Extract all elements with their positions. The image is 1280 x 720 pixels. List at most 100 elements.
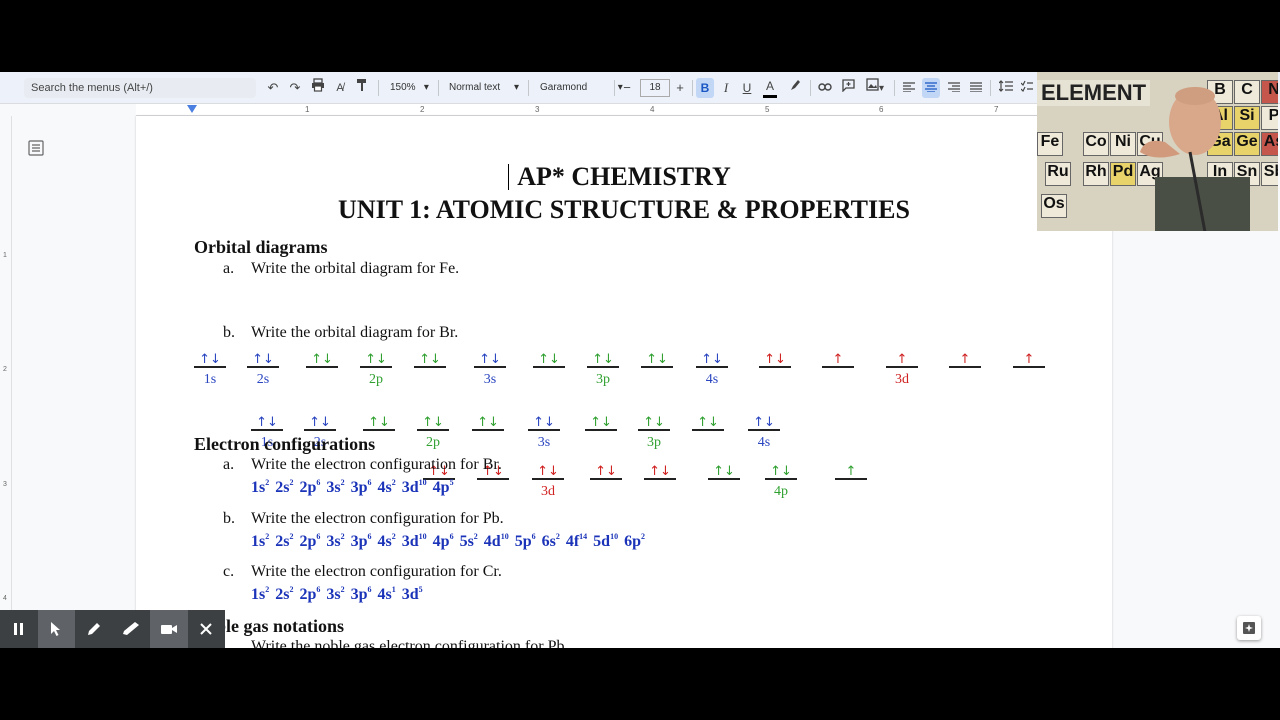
element-cell: Co: [1083, 132, 1109, 156]
orbital-box: ↑↓: [587, 353, 619, 368]
orbital-box: ↑↓: [528, 416, 560, 431]
subshell-term: 6s2: [541, 532, 560, 550]
pause-icon[interactable]: [0, 610, 38, 648]
page-title: AP* CHEMISTRY: [517, 162, 731, 191]
orbital-box: ↑↓: [708, 465, 740, 480]
align-center-icon[interactable]: [922, 78, 940, 98]
ruler-number: 3: [3, 481, 7, 488]
zoom-select[interactable]: 150% ▾: [390, 78, 429, 98]
vertical-ruler: 1 2 3 4: [0, 116, 12, 648]
document-outline-icon[interactable]: [28, 140, 44, 156]
explore-button[interactable]: [1237, 616, 1261, 640]
redo-icon[interactable]: ↷: [288, 78, 302, 98]
orbital-box: ↑: [949, 353, 981, 368]
ruler-number: 1: [3, 252, 7, 259]
comment-icon[interactable]: [840, 78, 856, 98]
subshell-term: 2p6: [299, 478, 321, 496]
question-a-noble: Write the noble gas electron configurati…: [251, 638, 569, 648]
ruler-number: 4: [3, 595, 7, 602]
pointer-icon[interactable]: [37, 610, 75, 648]
orbital-box: ↑↓: [363, 416, 395, 431]
orbital-box: ↑↓: [417, 416, 449, 431]
orbital-box: ↑↓: [306, 353, 338, 368]
orbital-box: ↑: [835, 465, 867, 480]
subshell-term: 2s2: [275, 585, 294, 603]
subshell-term: 3p6: [350, 478, 372, 496]
webcam-overlay: BCNAlSiPFeCoNiCuGaGeAsRuRhPdAgInSnSbOs E…: [1037, 72, 1278, 231]
orbital-box: ↑: [1013, 353, 1045, 368]
subshell-term: 4s2: [377, 478, 396, 496]
subshell-term: 3d5: [401, 585, 423, 603]
line-spacing-icon[interactable]: [997, 78, 1015, 98]
subshell-term: 4d10: [483, 532, 509, 550]
subshell-term: 6p2: [624, 532, 645, 550]
element-cell: Ni: [1110, 132, 1136, 156]
element-cell: Ru: [1045, 162, 1071, 186]
orbital-box: ↑↓: [304, 416, 336, 431]
checklist-icon[interactable]: [1020, 78, 1034, 98]
ruler-number: 6: [879, 105, 884, 114]
ruler-number: 2: [3, 366, 7, 373]
orbital-box: ↑↓: [474, 353, 506, 368]
style-select[interactable]: Normal text ▾: [449, 78, 519, 98]
undo-icon[interactable]: ↶: [266, 78, 280, 98]
orbital-label: 3s: [483, 372, 497, 387]
orbital-box: ↑↓: [759, 353, 791, 368]
ruler-number: 7: [994, 105, 999, 114]
subshell-term: 3p6: [350, 585, 372, 603]
recording-toolbar: [0, 610, 225, 648]
orbital-box: ↑↓: [472, 416, 504, 431]
subshell-term: 2p6: [299, 532, 321, 550]
decrease-font-size-button[interactable]: −: [620, 78, 634, 98]
insert-image-icon[interactable]: ▾: [862, 78, 888, 98]
orbital-box: ↑↓: [641, 353, 673, 368]
subshell-term: 3d10: [401, 532, 427, 550]
italic-button[interactable]: I: [719, 78, 733, 98]
orbital-label: 2p: [369, 372, 383, 387]
subshell-term: 5d10: [593, 532, 619, 550]
subshell-term: 3s2: [326, 532, 345, 550]
orbital-box: ↑↓: [590, 465, 622, 480]
subshell-term: 4p5: [432, 478, 454, 496]
increase-font-size-button[interactable]: +: [673, 78, 687, 98]
element-cell: As: [1261, 132, 1278, 156]
question-b-pb-config: b. Write the electron configuration for P…: [223, 510, 504, 527]
camera-icon[interactable]: [150, 610, 188, 648]
font-select[interactable]: Garamond ▾: [540, 78, 623, 98]
document-page[interactable]: AP* CHEMISTRY UNIT 1: ATOMIC STRUCTURE &…: [136, 116, 1112, 648]
orbital-box: ↑↓: [765, 465, 797, 480]
elements-banner: ELEMENT: [1037, 80, 1151, 106]
print-icon[interactable]: [310, 78, 326, 98]
element-cell: Rh: [1083, 162, 1109, 186]
link-icon[interactable]: [817, 78, 833, 98]
font-size-input[interactable]: 18: [640, 79, 670, 97]
orbital-box: ↑↓: [585, 416, 617, 431]
highlight-icon[interactable]: [787, 78, 803, 98]
subshell-term: 5s2: [459, 532, 478, 550]
subshell-term: 1s2: [251, 585, 270, 603]
question-a-fe: a. Write the orbital diagram for Fe.: [223, 260, 460, 277]
element-cell: Os: [1041, 194, 1067, 218]
highlighter-icon[interactable]: [113, 610, 151, 648]
spellcheck-icon[interactable]: A̸: [332, 78, 348, 98]
pen-icon[interactable]: [75, 610, 113, 648]
element-cell: Sb: [1261, 162, 1278, 186]
orbital-box: ↑↓: [748, 416, 780, 431]
presenter-video: [1140, 87, 1250, 231]
align-right-icon[interactable]: [946, 78, 962, 98]
element-cell: Fe: [1037, 132, 1063, 156]
orbital-box: ↑↓: [360, 353, 392, 368]
close-icon[interactable]: [188, 610, 226, 648]
subshell-term: 4p6: [432, 532, 454, 550]
search-menus-input[interactable]: Search the menus (Alt+/): [24, 78, 256, 98]
orbital-label: 3d: [541, 484, 555, 499]
orbital-box: ↑↓: [532, 465, 564, 480]
align-left-icon[interactable]: [901, 78, 917, 98]
subshell-term: 3s2: [326, 585, 345, 603]
subshell-term: 4s1: [377, 585, 396, 603]
text-color-button[interactable]: A: [763, 78, 777, 98]
underline-button[interactable]: U: [740, 78, 754, 98]
justify-icon[interactable]: [968, 78, 984, 98]
paint-format-icon[interactable]: [355, 78, 369, 98]
bold-button[interactable]: B: [696, 78, 714, 98]
